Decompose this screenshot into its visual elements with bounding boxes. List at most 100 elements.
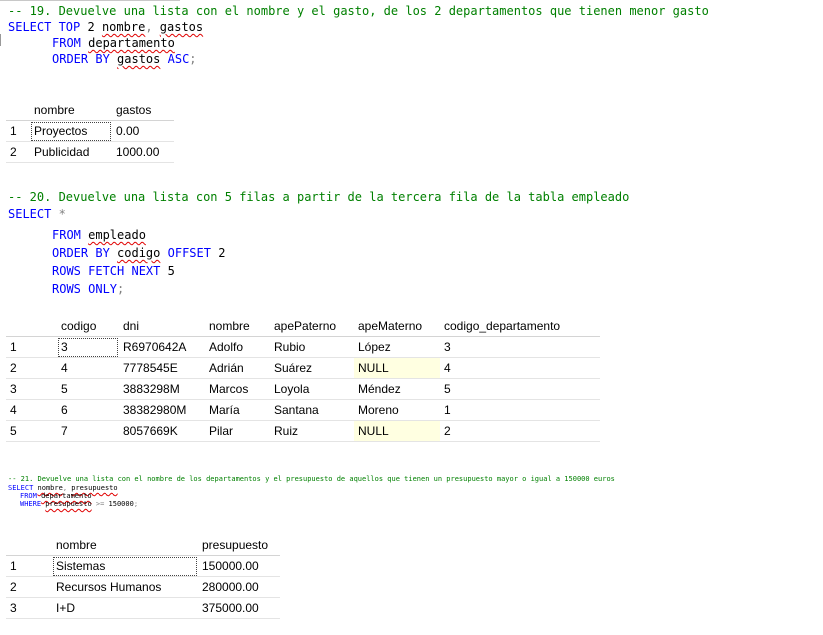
cell-codigo-departamento[interactable]: 1	[440, 399, 600, 421]
q19-col-nombre: nombre	[101, 20, 146, 34]
q20-line-3[interactable]: ORDER BY codigo OFFSET 2	[52, 246, 225, 261]
q21-table: departamento	[41, 492, 92, 500]
q21-col-header-nombre[interactable]: nombre	[52, 535, 198, 556]
table-row[interactable]: 5 7 8057669K Pilar Ruiz NULL 2	[6, 420, 600, 442]
q19-col-header-nombre[interactable]: nombre	[30, 100, 112, 121]
table-row[interactable]: 3 I+D 375000.00	[6, 597, 280, 619]
q21-comment: -- 21. Devuelve una lista con el nombre …	[8, 475, 615, 483]
table-row[interactable]: 1 3 R6970642A Adolfo Rubio López 3	[6, 336, 600, 358]
cell-apepaterno[interactable]: Loyola	[270, 378, 354, 400]
cell-codigo[interactable]: 5	[57, 378, 119, 400]
cell-nombre[interactable]: Marcos	[205, 378, 270, 400]
q20-results-grid: codigo dni nombre apePaterno apeMaterno …	[6, 316, 600, 442]
q20-col-header-codigo[interactable]: codigo	[57, 316, 119, 337]
cell-presupuesto[interactable]: 280000.00	[198, 576, 280, 598]
cell-apematerno-null[interactable]: NULL	[354, 420, 440, 442]
cell-codigo-departamento[interactable]: 5	[440, 378, 600, 400]
cell-nombre[interactable]: Proyectos	[30, 120, 112, 142]
cell-dni[interactable]: 3883298M	[119, 378, 205, 400]
q19-table: departamento	[88, 36, 175, 50]
cell-dni[interactable]: 7778545E	[119, 357, 205, 379]
q20-order-col: codigo	[117, 246, 161, 260]
row-number[interactable]: 2	[6, 141, 30, 163]
cell-apematerno[interactable]: Moreno	[354, 399, 440, 421]
q20-col-header-apepaterno[interactable]: apePaterno	[270, 316, 354, 337]
cell-apepaterno[interactable]: Santana	[270, 399, 354, 421]
cell-dni[interactable]: 8057669K	[119, 420, 205, 442]
cell-presupuesto[interactable]: 150000.00	[198, 555, 280, 577]
cell-codigo[interactable]: 4	[57, 357, 119, 379]
table-row[interactable]: 4 6 38382980M María Santana Moreno 1	[6, 399, 600, 421]
cell-apematerno-null[interactable]: NULL	[354, 357, 440, 379]
cell-codigo-departamento[interactable]: 3	[440, 336, 600, 358]
cell-nombre[interactable]: Sistemas	[52, 555, 198, 577]
q21-kw-select: SELECT	[8, 484, 38, 492]
cell-nombre[interactable]: Adrián	[205, 357, 270, 379]
q21-value: 150000	[108, 500, 134, 508]
q19-top-num: 2	[87, 20, 95, 34]
table-row[interactable]: 2 Publicidad 1000.00	[6, 141, 174, 163]
q21-operator: >=	[91, 500, 109, 508]
cell-codigo-departamento[interactable]: 2	[440, 420, 600, 442]
row-number[interactable]: 4	[6, 399, 57, 421]
cell-nombre[interactable]: Adolfo	[205, 336, 270, 358]
row-number[interactable]: 3	[6, 597, 52, 619]
row-number[interactable]: 2	[6, 357, 57, 379]
cell-codigo[interactable]: 6	[57, 399, 119, 421]
q20-line-4[interactable]: ROWS FETCH NEXT 5	[52, 264, 175, 279]
table-row[interactable]: 3 5 3883298M Marcos Loyola Méndez 5	[6, 378, 600, 400]
q19-space	[95, 20, 102, 34]
cell-apepaterno[interactable]: Ruiz	[270, 420, 354, 442]
table-row[interactable]: 1 Sistemas 150000.00	[6, 555, 280, 577]
q19-line-3[interactable]: ORDER BY gastos ASC;	[52, 52, 197, 67]
q20-line-1[interactable]: SELECT *	[8, 207, 66, 222]
q20-line-2[interactable]: FROM empleado	[52, 228, 146, 243]
row-number[interactable]: 2	[6, 576, 52, 598]
q20-col-header-apematerno[interactable]: apeMaterno	[354, 316, 440, 337]
q20-col-header-nombre[interactable]: nombre	[205, 316, 270, 337]
cell-nombre[interactable]: Pilar	[205, 420, 270, 442]
q20-col-header-dni[interactable]: dni	[119, 316, 205, 337]
row-number[interactable]: 3	[6, 378, 57, 400]
q21-line-2[interactable]: FROM departamento	[20, 492, 92, 500]
cell-apepaterno[interactable]: Rubio	[270, 336, 354, 358]
q19-kw-orderby: ORDER BY	[52, 52, 118, 66]
q21-results-grid: nombre presupuesto 1 Sistemas 150000.00 …	[6, 535, 280, 619]
cell-nombre[interactable]: Recursos Humanos	[52, 576, 198, 598]
row-number[interactable]: 5	[6, 420, 57, 442]
q19-col-header-gastos[interactable]: gastos	[112, 100, 174, 121]
q19-semicolon: ;	[189, 52, 197, 66]
cell-dni[interactable]: R6970642A	[119, 336, 205, 358]
q20-comment: -- 20. Devuelve una lista con 5 filas a …	[8, 190, 630, 204]
cell-gastos[interactable]: 0.00	[112, 120, 174, 142]
q20-line-5[interactable]: ROWS ONLY;	[52, 282, 124, 297]
q21-semicolon: ;	[133, 500, 139, 508]
table-row[interactable]: 1 Proyectos 0.00	[6, 120, 174, 142]
q19-col-gastos: gastos	[159, 20, 204, 34]
row-number[interactable]: 1	[6, 555, 52, 577]
cell-gastos[interactable]: 1000.00	[112, 141, 174, 163]
cell-apematerno[interactable]: Méndez	[354, 378, 440, 400]
cell-codigo-departamento[interactable]: 4	[440, 357, 600, 379]
cell-dni[interactable]: 38382980M	[119, 399, 205, 421]
editor-top-border	[0, 0, 180, 1]
table-row[interactable]: 2 4 7778545E Adrián Suárez NULL 4	[6, 357, 600, 379]
cell-nombre[interactable]: I+D	[52, 597, 198, 619]
cell-nombre[interactable]: Publicidad	[30, 141, 112, 163]
cell-codigo[interactable]: 7	[57, 420, 119, 442]
q21-line-1[interactable]: SELECT nombre, presupuesto	[8, 484, 118, 492]
cell-apepaterno[interactable]: Suárez	[270, 357, 354, 379]
q19-kw-select: SELECT TOP	[8, 20, 88, 34]
row-number[interactable]: 1	[6, 336, 57, 358]
cell-presupuesto[interactable]: 375000.00	[198, 597, 280, 619]
cell-nombre[interactable]: María	[205, 399, 270, 421]
q20-col-header-codigo-departamento[interactable]: codigo_departamento	[440, 316, 600, 337]
q21-line-3[interactable]: WHERE presupuesto >= 150000;	[20, 500, 138, 508]
q19-line-1[interactable]: SELECT TOP 2 nombre, gastos	[8, 20, 203, 35]
q19-line-2[interactable]: FROM departamento	[52, 36, 175, 51]
table-row[interactable]: 2 Recursos Humanos 280000.00	[6, 576, 280, 598]
cell-codigo[interactable]: 3	[57, 336, 119, 358]
q21-col-header-presupuesto[interactable]: presupuesto	[198, 535, 280, 556]
row-number[interactable]: 1	[6, 120, 30, 142]
cell-apematerno[interactable]: López	[354, 336, 440, 358]
